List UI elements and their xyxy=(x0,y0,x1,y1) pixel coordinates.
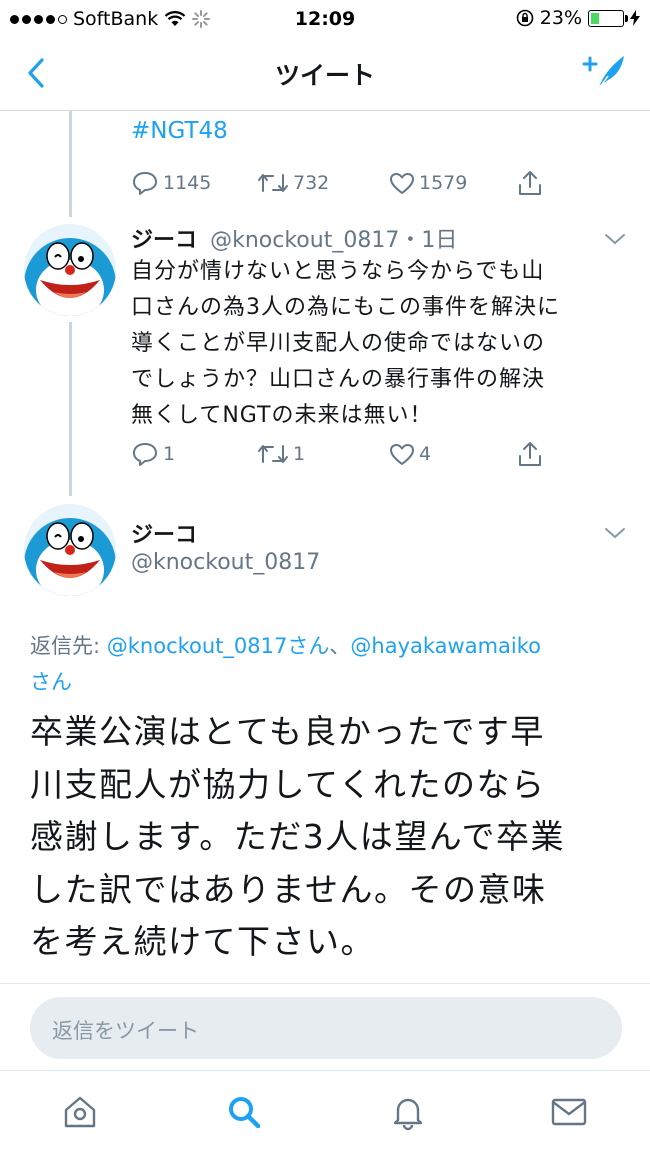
heart-icon xyxy=(390,444,414,465)
tweet-text-line: 導くことが早川支配人の使命ではないの xyxy=(131,331,546,356)
thread-line-top xyxy=(69,111,72,217)
reply-to-separator: 、 xyxy=(329,634,351,658)
avatar[interactable] xyxy=(24,224,116,316)
status-bar: SoftBank 12:09 23% xyxy=(0,0,650,36)
reply-icon xyxy=(133,443,157,466)
tweet-text-line: した訳ではありません。その意味 xyxy=(30,869,547,909)
chevron-down-icon[interactable] xyxy=(603,526,627,540)
reply-to-user-link[interactable]: @hayakawamaiko xyxy=(350,634,541,658)
status-right: 23% xyxy=(516,7,640,29)
tweet-time: ・1日 xyxy=(399,228,458,253)
thread-line-mid xyxy=(69,322,72,496)
hashtag-link[interactable]: #NGT48 xyxy=(131,118,228,144)
chevron-down-icon[interactable] xyxy=(603,232,627,246)
reply-tweet-text: 自分が情けないと思うなら今からでも山 口さんの為3人の為にもこの事件を解決に 導… xyxy=(131,254,631,434)
user-handle[interactable]: @knockout_0817 xyxy=(210,228,399,253)
compose-tweet-icon[interactable] xyxy=(582,52,628,94)
reply-to-label: 返信先: xyxy=(30,634,107,658)
tweet-text-line: 卒業公演はとても良かったです早 xyxy=(30,712,545,751)
retweet-icon xyxy=(258,174,288,192)
search-icon[interactable] xyxy=(224,1092,264,1132)
like-action[interactable]: 1579 xyxy=(389,171,517,195)
tweet-text-line: でしょうか？山口さんの暴行事件の解決 xyxy=(131,367,546,392)
tweet-text-line: 川支配人が協力してくれたのなら xyxy=(30,764,546,804)
retweet-action[interactable]: 732 xyxy=(257,171,389,195)
avatar[interactable] xyxy=(24,504,116,596)
reply-to-line: 返信先: @knockout_0817さん、@hayakawamaiko さん xyxy=(30,628,630,700)
reply-tweet-actions: 1 1 4 xyxy=(131,439,561,469)
page-title: ツイート xyxy=(274,61,375,90)
tweet-text-line: 口さんの為3人の為にもこの事件を解決に xyxy=(131,295,560,320)
reply-action[interactable]: 1145 xyxy=(131,170,257,196)
like-count: 1579 xyxy=(419,172,468,194)
avatar-image xyxy=(24,504,116,596)
reply-count: 1 xyxy=(163,443,176,465)
heart-icon xyxy=(390,173,414,194)
retweet-action[interactable]: 1 xyxy=(257,442,389,466)
reply-placeholder: 返信をツイート xyxy=(52,1019,199,1043)
retweet-count: 1 xyxy=(293,443,306,465)
like-count: 4 xyxy=(419,443,432,465)
tab-bar xyxy=(0,1070,650,1156)
retweet-icon xyxy=(258,445,288,463)
reply-input[interactable]: 返信をツイート xyxy=(30,997,622,1059)
share-icon[interactable] xyxy=(517,440,543,468)
reply-to-user-link[interactable]: @knockout_0817さん xyxy=(107,634,330,658)
home-icon[interactable] xyxy=(60,1092,100,1132)
tweet-text-line: を考え続けて下さい。 xyxy=(30,922,375,961)
prev-tweet-actions: 1145 732 1579 xyxy=(131,168,561,198)
share-icon[interactable] xyxy=(517,169,543,197)
battery-percent: 23% xyxy=(539,7,582,29)
reply-count: 1145 xyxy=(163,172,212,194)
reply-to-user-suffix[interactable]: さん xyxy=(30,670,72,694)
like-action[interactable]: 4 xyxy=(389,442,517,466)
rotation-lock-icon xyxy=(516,9,534,27)
user-handle[interactable]: @knockout_0817 xyxy=(131,550,320,575)
retweet-count: 732 xyxy=(293,172,330,194)
battery-icon xyxy=(588,9,628,27)
messages-icon[interactable] xyxy=(549,1092,589,1132)
reply-icon xyxy=(133,172,157,195)
reply-action[interactable]: 1 xyxy=(131,441,257,467)
display-name[interactable]: ジーコ xyxy=(131,517,197,549)
charging-bolt-icon xyxy=(630,10,640,26)
navigation-bar: ツイート xyxy=(0,36,650,111)
avatar-image xyxy=(24,224,116,316)
display-name[interactable]: ジーコ xyxy=(131,228,197,253)
tweet-text-line: 無くしてNGTの未来は無い！ xyxy=(131,403,433,428)
tweet-text-line: 感謝します。ただ3人は望んで卒業 xyxy=(30,817,566,856)
reply-tweet-header: ジーコ @knockout_0817・1日 xyxy=(131,222,457,254)
main-tweet-text: 卒業公演はとても良かったです早 川支配人が協力してくれたのなら 感謝します。ただ… xyxy=(30,706,630,969)
notifications-icon[interactable] xyxy=(388,1092,428,1132)
divider xyxy=(0,983,650,984)
tweet-text-line: 自分が情けないと思うなら今からでも山 xyxy=(131,259,545,284)
